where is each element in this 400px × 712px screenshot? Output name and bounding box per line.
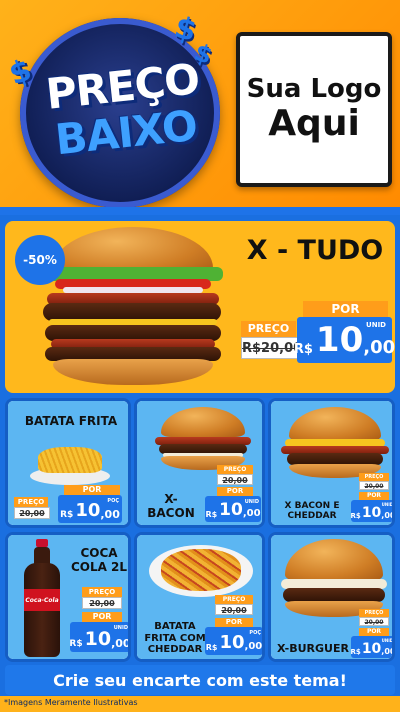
product-title: X-BURGUER [277, 642, 349, 655]
old-price: R$20,00 [241, 337, 302, 359]
price-integer: 10 [315, 320, 364, 360]
product-card-batata-frita[interactable]: BATATA FRITA PREÇO 20,00 POR R$ 10 ,00 P… [5, 398, 131, 528]
logo-placeholder: Sua Logo Aqui [236, 32, 392, 187]
price-tag: PREÇO 20,00 POR R$ 10 ,00 UNID [350, 609, 395, 658]
x-bacon-burger-image [155, 407, 251, 471]
header-banner: $ $ $ PREÇO BAIXO Sua Logo Aqui [0, 0, 400, 215]
product-card-x-bacon-cheddar[interactable]: X BACON E CHEDDAR PREÇO 20,00 POR R$ 10 … [268, 398, 395, 528]
cheddar-fries-image [149, 539, 253, 599]
x-bacon-cheddar-burger-image [281, 407, 389, 479]
product-card-batata-cheddar[interactable]: BATATA FRITA COM CHEDDAR PREÇO 20,00 POR… [134, 532, 265, 662]
logo-text-line2: Aqui [268, 103, 360, 144]
coca-cola-bottle-image: Coca-Cola [22, 539, 62, 659]
price-tag: PREÇO 20,00 POR R$ 10 ,00 UNID [350, 473, 395, 522]
dollar-icon: $ [170, 9, 201, 50]
por-label: POR [303, 301, 388, 317]
product-title: X BACON E CHEDDAR [284, 501, 340, 522]
product-card-x-bacon[interactable]: X- BACON PREÇO 20,00 POR R$ 10 ,00 UNID [134, 398, 265, 528]
product-card-coca-cola[interactable]: Coca-Cola COCA COLA 2L PREÇO 20,00 POR R… [5, 532, 131, 662]
new-price: R$ 10 ,00 UNID [293, 317, 395, 363]
product-title: BATATA FRITA COM CHEDDAR [144, 621, 206, 655]
x-burguer-burger-image [277, 539, 391, 619]
product-title: BATATA FRITA [24, 414, 118, 428]
price-currency: R$ [293, 342, 313, 357]
old-price-label: PREÇO [241, 321, 296, 337]
featured-price-tag: PREÇO R$20,00 POR R$ 10 ,00 UNID [237, 301, 395, 369]
logo-text-line1: Sua Logo [246, 74, 382, 105]
price-tag: PREÇO 20,00 POR R$ 10 ,00 UNID [69, 587, 131, 652]
price-unit: UNID [366, 321, 386, 329]
price-decimal: ,00 [363, 337, 395, 358]
discount-badge: -50% [15, 235, 65, 285]
price-tag: PREÇO 20,00 POR R$ 10 ,00 POÇ [14, 485, 126, 525]
disclaimer-text: *Imagens Meramente Ilustrativas [4, 698, 138, 707]
price-tag: PREÇO 20,00 POR R$ 10 ,00 UNID [205, 465, 261, 522]
featured-product-card[interactable]: -50% X - TUDO PREÇO R$20,00 POR R$ 10 ,0… [5, 221, 395, 393]
bottle-label: Coca-Cola [24, 589, 60, 611]
featured-title: X - TUDO [246, 235, 384, 266]
price-tag: PREÇO 20,00 POR R$ 10 ,00 POÇ [205, 595, 263, 655]
product-title: COCA COLA 2L [70, 546, 128, 574]
product-card-x-burguer[interactable]: X-BURGUER PREÇO 20,00 POR R$ 10 ,00 UNID [268, 532, 395, 662]
create-flyer-cta[interactable]: Crie seu encarte com este tema! [5, 665, 395, 695]
fries-image [30, 441, 110, 485]
product-title: X- BACON [147, 492, 195, 520]
